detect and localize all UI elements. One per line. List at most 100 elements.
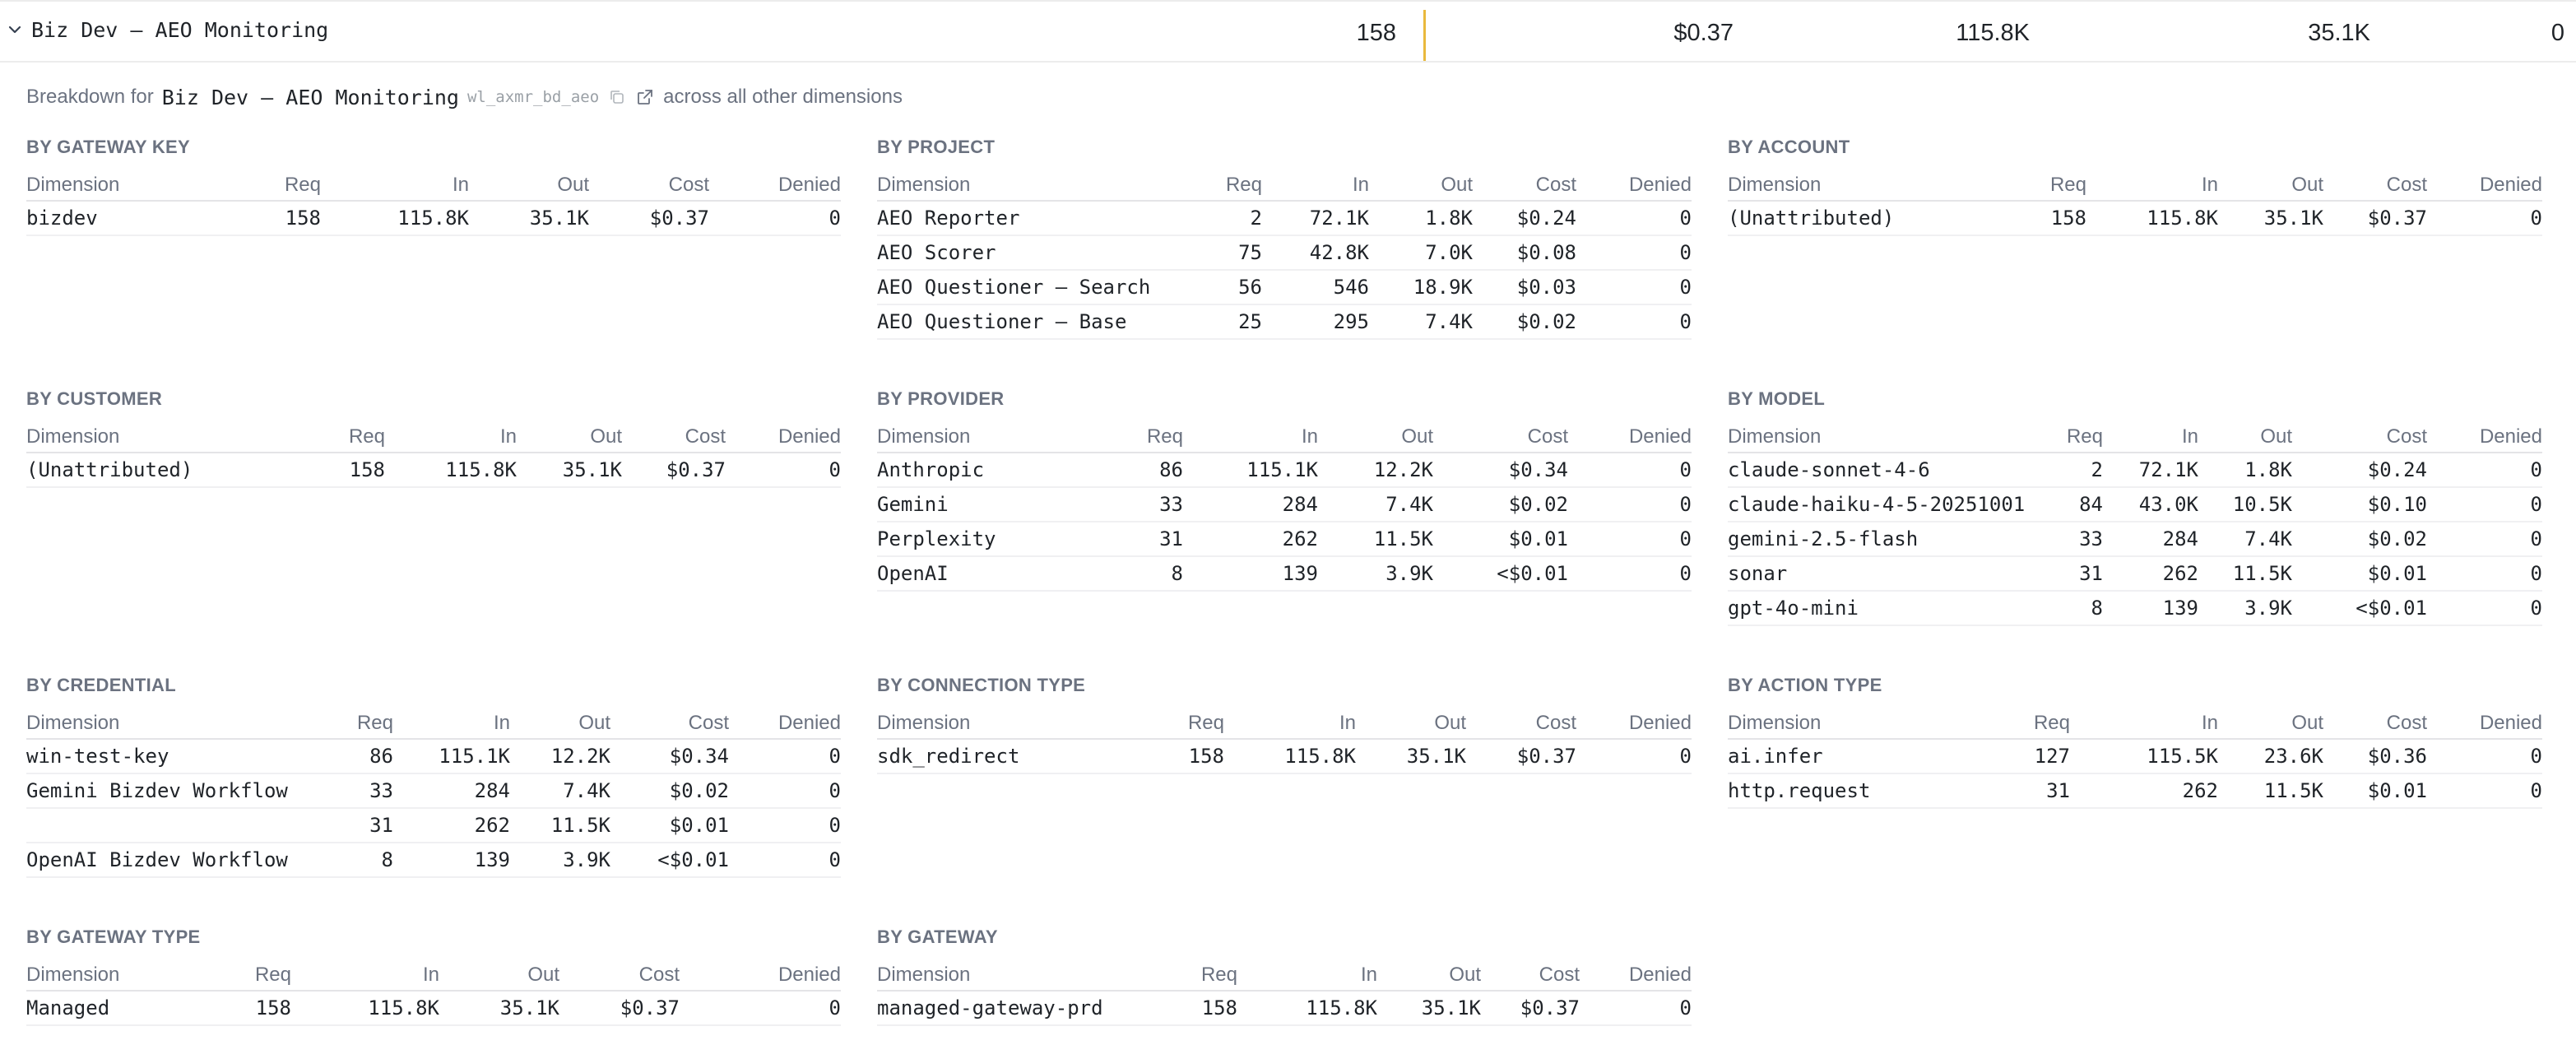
column-header-cost[interactable]: Cost xyxy=(2292,421,2427,453)
column-header-out[interactable]: Out xyxy=(510,708,610,740)
column-header-dimension[interactable]: Dimension xyxy=(877,959,1139,992)
column-header-req[interactable]: Req xyxy=(193,959,291,992)
column-header-denied[interactable]: Denied xyxy=(2427,170,2542,202)
column-header-out[interactable]: Out xyxy=(1356,708,1466,740)
table-row[interactable]: sonar 31 262 11.5K $0.01 0 xyxy=(1728,556,2542,592)
column-header-in[interactable]: In xyxy=(1237,959,1377,992)
column-header-in[interactable]: In xyxy=(1224,708,1356,740)
cell-in: 139 xyxy=(393,843,510,878)
cell-dimension: sonar xyxy=(1728,556,2037,592)
column-header-in[interactable]: In xyxy=(1183,421,1318,453)
table-row[interactable]: claude-sonnet-4-6 2 72.1K 1.8K $0.24 0 xyxy=(1728,453,2542,488)
column-header-in[interactable]: In xyxy=(321,170,469,202)
table-row[interactable]: AEO Reporter 2 72.1K 1.8K $0.24 0 xyxy=(877,201,1692,236)
column-header-denied[interactable]: Denied xyxy=(2427,421,2542,453)
table-row[interactable]: gemini-2.5-flash 33 284 7.4K $0.02 0 xyxy=(1728,522,2542,557)
column-header-in[interactable]: In xyxy=(2086,170,2218,202)
column-header-req[interactable]: Req xyxy=(1139,959,1237,992)
column-header-req[interactable]: Req xyxy=(303,708,393,740)
column-header-req[interactable]: Req xyxy=(1971,708,2070,740)
column-header-dimension[interactable]: Dimension xyxy=(26,708,303,740)
column-header-in[interactable]: In xyxy=(2103,421,2198,453)
cell-denied: 0 xyxy=(1576,739,1692,774)
column-header-dimension[interactable]: Dimension xyxy=(877,170,1188,202)
table-row[interactable]: OpenAI Bizdev Workflow 8 139 3.9K <$0.01 0 xyxy=(26,843,841,878)
table-row[interactable]: managed-gateway-prd 158 115.8K 35.1K $0.37 0 xyxy=(877,991,1692,1026)
table-row[interactable]: ai.infer 127 115.5K 23.6K $0.36 0 xyxy=(1728,739,2542,774)
column-header-cost[interactable]: Cost xyxy=(1433,421,1568,453)
column-header-out[interactable]: Out xyxy=(2198,421,2292,453)
column-header-out[interactable]: Out xyxy=(2218,170,2323,202)
column-header-out[interactable]: Out xyxy=(439,959,559,992)
column-header-denied[interactable]: Denied xyxy=(1568,421,1692,453)
column-header-denied[interactable]: Denied xyxy=(680,959,841,992)
table-row[interactable]: OpenAI 8 139 3.9K <$0.01 0 xyxy=(877,556,1692,592)
column-header-out[interactable]: Out xyxy=(1318,421,1433,453)
column-header-out[interactable]: Out xyxy=(469,170,589,202)
column-header-req[interactable]: Req xyxy=(1988,170,2086,202)
column-header-in[interactable]: In xyxy=(385,421,517,453)
column-header-in[interactable]: In xyxy=(1262,170,1369,202)
copy-icon[interactable] xyxy=(607,87,627,107)
table-row[interactable]: Anthropic 86 115.1K 12.2K $0.34 0 xyxy=(877,453,1692,488)
column-header-in[interactable]: In xyxy=(2070,708,2218,740)
column-header-req[interactable]: Req xyxy=(1084,421,1183,453)
table-row[interactable]: sdk_redirect 158 115.8K 35.1K $0.37 0 xyxy=(877,739,1692,774)
column-header-cost[interactable]: Cost xyxy=(2323,708,2427,740)
column-header-cost[interactable]: Cost xyxy=(1473,170,1576,202)
table-row[interactable]: 31 262 11.5K $0.01 0 xyxy=(26,808,841,843)
column-header-dimension[interactable]: Dimension xyxy=(1728,421,2037,453)
column-header-req[interactable]: Req xyxy=(1188,170,1262,202)
table-row[interactable]: AEO Scorer 75 42.8K 7.0K $0.08 0 xyxy=(877,235,1692,271)
column-header-denied[interactable]: Denied xyxy=(729,708,841,740)
column-header-dimension[interactable]: Dimension xyxy=(26,170,222,202)
external-link-icon[interactable] xyxy=(635,87,655,107)
column-header-cost[interactable]: Cost xyxy=(559,959,680,992)
column-header-dimension[interactable]: Dimension xyxy=(26,421,286,453)
table-row[interactable]: claude-haiku-4-5-20251001 84 43.0K 10.5K $0.… xyxy=(1728,487,2542,522)
table-row[interactable]: gpt-4o-mini 8 139 3.9K <$0.01 0 xyxy=(1728,591,2542,626)
column-header-denied[interactable]: Denied xyxy=(1576,708,1692,740)
table-row[interactable]: Managed 158 115.8K 35.1K $0.37 0 xyxy=(26,991,841,1026)
table-row[interactable]: AEO Questioner — Search 56 546 18.9K $0.03 0 xyxy=(877,270,1692,305)
table-row[interactable]: Gemini Bizdev Workflow 33 284 7.4K $0.02 0 xyxy=(26,773,841,809)
column-header-denied[interactable]: Denied xyxy=(1576,170,1692,202)
cell-denied: 0 xyxy=(1576,201,1692,236)
table-row[interactable]: http.request 31 262 11.5K $0.01 0 xyxy=(1728,773,2542,809)
table-row[interactable]: bizdev 158 115.8K 35.1K $0.37 0 xyxy=(26,201,841,236)
column-header-dimension[interactable]: Dimension xyxy=(1728,708,1971,740)
column-header-req[interactable]: Req xyxy=(2037,421,2103,453)
table-row[interactable]: (Unattributed) 158 115.8K 35.1K $0.37 0 xyxy=(26,453,841,488)
workload-summary-row[interactable]: Biz Dev — AEO Monitoring 158 $0.37 115.8… xyxy=(0,0,2576,63)
column-header-out[interactable]: Out xyxy=(1369,170,1473,202)
table-row[interactable]: win-test-key 86 115.1K 12.2K $0.34 0 xyxy=(26,739,841,774)
column-header-dimension[interactable]: Dimension xyxy=(1728,170,1988,202)
table-row[interactable]: (Unattributed) 158 115.8K 35.1K $0.37 0 xyxy=(1728,201,2542,236)
chevron-down-icon[interactable] xyxy=(5,20,25,39)
column-header-out[interactable]: Out xyxy=(2218,708,2323,740)
column-header-req[interactable]: Req xyxy=(222,170,321,202)
column-header-in[interactable]: In xyxy=(291,959,439,992)
column-header-cost[interactable]: Cost xyxy=(1481,959,1580,992)
column-header-cost[interactable]: Cost xyxy=(622,421,726,453)
column-header-denied[interactable]: Denied xyxy=(726,421,841,453)
column-header-cost[interactable]: Cost xyxy=(589,170,709,202)
column-header-denied[interactable]: Denied xyxy=(1580,959,1692,992)
column-header-dimension[interactable]: Dimension xyxy=(26,959,193,992)
column-header-dimension[interactable]: Dimension xyxy=(877,421,1084,453)
section-title: BY MODEL xyxy=(1728,388,1826,409)
column-header-in[interactable]: In xyxy=(393,708,510,740)
column-header-cost[interactable]: Cost xyxy=(2323,170,2427,202)
column-header-cost[interactable]: Cost xyxy=(610,708,729,740)
column-header-cost[interactable]: Cost xyxy=(1466,708,1576,740)
table-row[interactable]: Perplexity 31 262 11.5K $0.01 0 xyxy=(877,522,1692,557)
column-header-denied[interactable]: Denied xyxy=(709,170,841,202)
table-row[interactable]: AEO Questioner — Base 25 295 7.4K $0.02 0 xyxy=(877,304,1692,340)
table-row[interactable]: Gemini 33 284 7.4K $0.02 0 xyxy=(877,487,1692,522)
column-header-dimension[interactable]: Dimension xyxy=(877,708,1126,740)
column-header-req[interactable]: Req xyxy=(1126,708,1224,740)
column-header-req[interactable]: Req xyxy=(286,421,385,453)
column-header-out[interactable]: Out xyxy=(517,421,622,453)
column-header-out[interactable]: Out xyxy=(1377,959,1481,992)
column-header-denied[interactable]: Denied xyxy=(2427,708,2542,740)
